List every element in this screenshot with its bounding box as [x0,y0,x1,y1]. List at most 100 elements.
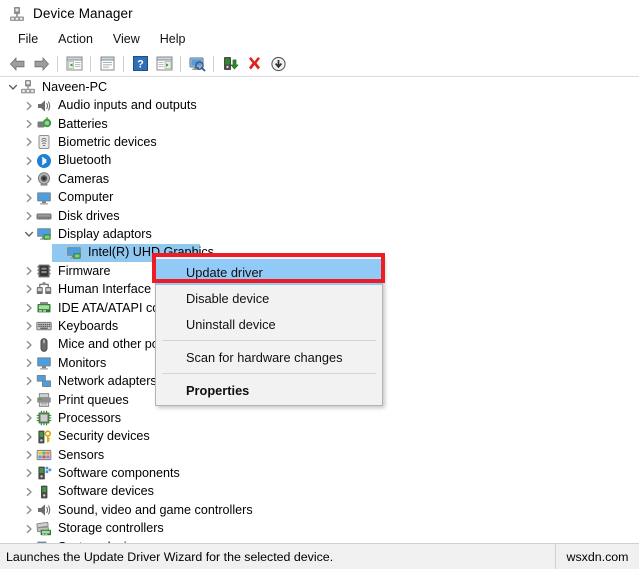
menu-action[interactable]: Action [48,30,103,49]
firmware-icon [36,263,52,279]
tree-item-label: Network adapters [58,374,157,389]
tree-item[interactable]: Batteries [0,115,639,133]
tree-item[interactable]: Naveen-PC [0,78,639,96]
status-message: Launches the Update Driver Wizard for th… [6,549,334,564]
tree-item[interactable]: Storage controllers [0,519,639,537]
mouse-icon [36,337,52,353]
update-driver-icon[interactable] [218,53,242,75]
computer-root-icon [20,79,36,95]
chevron-right-icon[interactable] [22,117,36,131]
tree-item[interactable]: Display adaptors [0,225,639,243]
tree-item-label: Naveen-PC [42,79,108,94]
monitor-icon [36,355,52,371]
software-device-icon [36,484,52,500]
disable-device-icon[interactable] [266,53,290,75]
show-hide-action-pane-icon[interactable] [152,53,176,75]
help-icon[interactable]: ? [128,53,152,75]
tree-item-label: Storage controllers [58,521,164,536]
title-bar: Device Manager [0,0,639,27]
software-component-icon [36,465,52,481]
tree-item[interactable]: Security devices [0,427,639,445]
tree-item-label: Keyboards [58,318,119,333]
chevron-right-icon[interactable] [22,154,36,168]
forward-arrow-icon[interactable] [29,53,53,75]
chevron-right-icon[interactable] [22,209,36,223]
properties-window-icon[interactable] [95,53,119,75]
chevron-right-icon[interactable] [22,374,36,388]
chevron-right-icon[interactable] [22,411,36,425]
toolbar-separator [180,55,181,72]
tree-item-label: Biometric devices [58,135,157,150]
context-menu[interactable]: Update driver Disable device Uninstall dev… [155,256,383,406]
chevron-right-icon[interactable] [22,430,36,444]
menu-help[interactable]: Help [150,30,196,49]
context-menu-separator [162,373,376,374]
toolbar-separator [90,55,91,72]
ctx-update-driver[interactable]: Update driver [156,259,382,285]
tree-item-label: Print queues [58,392,129,407]
tree-item[interactable]: Software components [0,464,639,482]
ctx-properties[interactable]: Properties [156,377,382,403]
tree-item-label: Processors [58,410,121,425]
chevron-right-icon[interactable] [22,135,36,149]
ctx-uninstall-device[interactable]: Uninstall device [156,311,382,337]
tree-item[interactable]: Computer [0,188,639,206]
battery-icon [36,116,52,132]
menu-file[interactable]: File [8,30,48,49]
chevron-right-icon[interactable] [22,172,36,186]
uninstall-device-icon[interactable] [242,53,266,75]
chevron-right-icon[interactable] [22,448,36,462]
display-adapter-icon [66,245,82,261]
device-manager-window: Device Manager File Action View Help ? N… [0,0,639,569]
tree-item-label: Sound, video and game controllers [58,502,253,517]
audio-icon [36,98,52,114]
tree-item-label: Firmware [58,263,111,278]
tree-item[interactable]: Disk drives [0,207,639,225]
tree-item[interactable]: Sound, video and game controllers [0,501,639,519]
chevron-right-icon[interactable] [22,466,36,480]
chevron-right-icon[interactable] [22,393,36,407]
chevron-right-icon[interactable] [22,485,36,499]
chevron-right-icon[interactable] [22,356,36,370]
tree-item[interactable]: Sensors [0,446,639,464]
chevron-right-icon[interactable] [22,338,36,352]
device-manager-icon [9,6,25,22]
printer-icon [36,392,52,408]
camera-icon [36,171,52,187]
chevron-right-icon[interactable] [22,319,36,333]
chevron-right-icon[interactable] [22,282,36,296]
chevron-down-icon[interactable] [6,80,20,94]
security-key-icon [36,429,52,445]
chevron-down-icon[interactable] [22,227,36,241]
toolbar-separator [123,55,124,72]
tree-item[interactable]: Biometric devices [0,133,639,151]
tree-item[interactable]: Software devices [0,483,639,501]
status-bar: Launches the Update Driver Wizard for th… [0,543,639,569]
chevron-right-icon[interactable] [22,264,36,278]
tree-item[interactable]: Processors [0,409,639,427]
menu-bar: File Action View Help [0,27,639,51]
tree-item-label: Audio inputs and outputs [58,98,197,113]
tree-item[interactable]: Bluetooth [0,152,639,170]
chevron-right-icon[interactable] [22,191,36,205]
back-arrow-icon[interactable] [5,53,29,75]
tree-item-label: Monitors [58,355,107,370]
show-hide-console-tree-icon[interactable] [62,53,86,75]
tree-item-label: Software components [58,466,180,481]
chevron-right-icon[interactable] [22,301,36,315]
tree-item-label: Batteries [58,116,108,131]
ide-controller-icon [36,300,52,316]
chevron-right-icon[interactable] [22,522,36,536]
chevron-right-icon[interactable] [22,503,36,517]
ctx-scan-hardware-changes[interactable]: Scan for hardware changes [156,344,382,370]
scan-hardware-changes-icon[interactable] [185,53,209,75]
bluetooth-icon [36,153,52,169]
tree-item-label: Disk drives [58,208,120,223]
tree-item[interactable]: Audio inputs and outputs [0,96,639,114]
chevron-right-icon[interactable] [22,99,36,113]
tree-item-label: Computer [58,190,114,205]
ctx-disable-device[interactable]: Disable device [156,285,382,311]
tree-item[interactable]: Cameras [0,170,639,188]
svg-text:?: ? [137,59,144,71]
menu-view[interactable]: View [103,30,150,49]
